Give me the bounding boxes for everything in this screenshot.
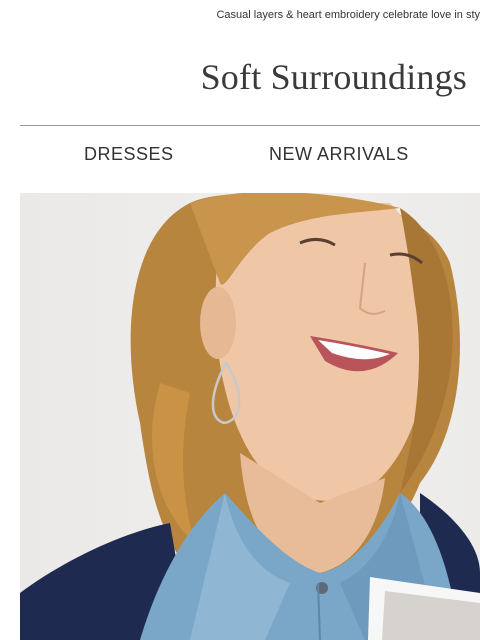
hero-photo [20, 193, 480, 640]
main-nav: DRESSES NEW ARRIVALS [20, 144, 480, 168]
nav-link-new-arrivals[interactable]: NEW ARRIVALS [269, 144, 409, 165]
hero-image[interactable] [20, 193, 480, 640]
preheader-text[interactable]: Casual layers & heart embroidery celebra… [20, 9, 480, 21]
header-divider [20, 125, 480, 126]
brand-logo[interactable]: Soft Surroundings [201, 56, 467, 98]
nav-link-dresses[interactable]: DRESSES [84, 144, 174, 165]
